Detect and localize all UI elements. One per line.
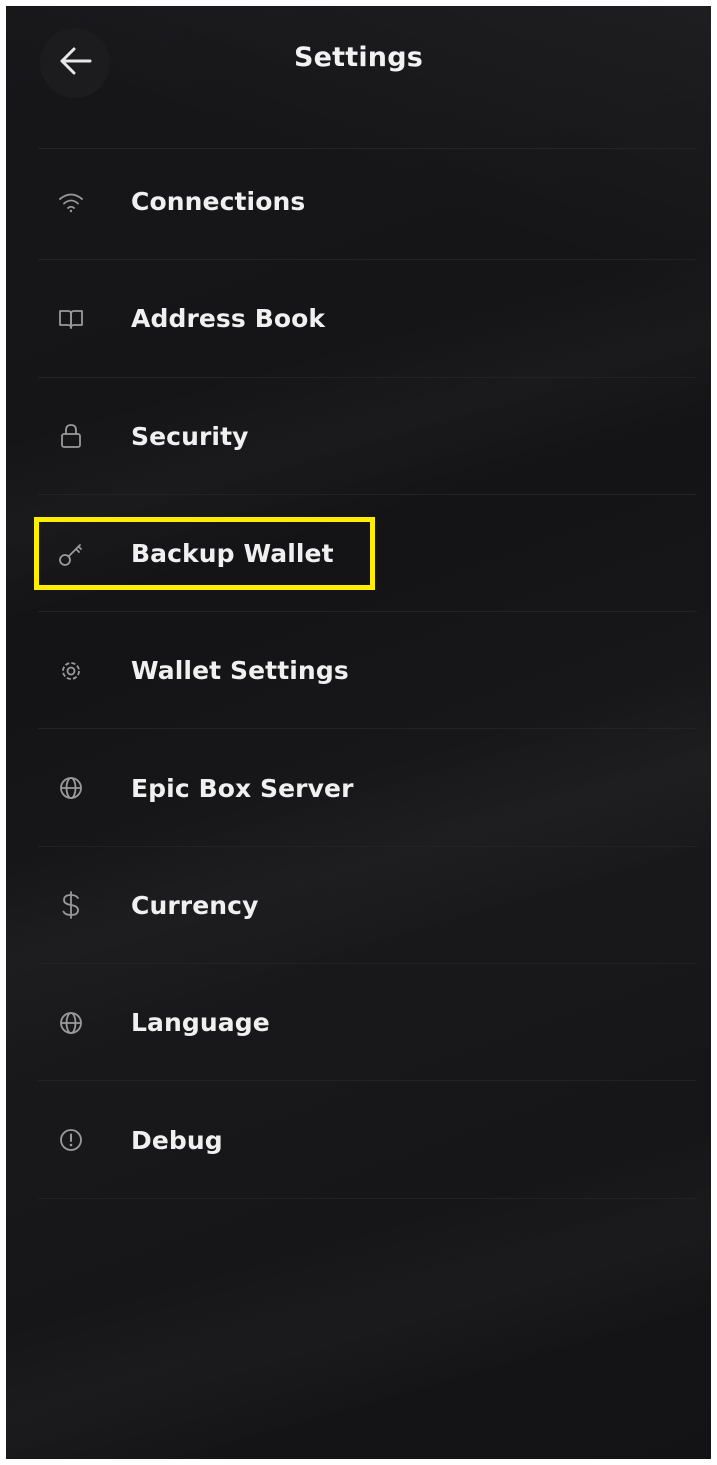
menu-item-label: Connections [131, 187, 306, 217]
alert-circle-icon [58, 1127, 84, 1153]
menu-item-security[interactable]: Security [6, 378, 711, 496]
menu-item-connections[interactable]: Connections [6, 143, 711, 261]
menu-item-label: Language [131, 1008, 270, 1038]
settings-menu: Connections Address Book Security Backup… [6, 143, 711, 1199]
menu-item-epic-box-server[interactable]: Epic Box Server [6, 729, 711, 848]
menu-item-label: Epic Box Server [131, 773, 354, 803]
menu-item-backup-wallet[interactable]: Backup Wallet [6, 495, 711, 613]
book-icon [58, 306, 84, 332]
menu-item-label: Currency [131, 890, 259, 920]
gear-icon [58, 658, 84, 684]
header: Settings [6, 6, 711, 116]
menu-item-label: Backup Wallet [131, 539, 334, 569]
menu-item-label: Wallet Settings [131, 656, 349, 686]
settings-screen: Settings Connections Address Book Securi… [6, 6, 711, 1459]
menu-item-address-book[interactable]: Address Book [6, 260, 711, 378]
menu-item-debug[interactable]: Debug [6, 1081, 711, 1199]
menu-item-language[interactable]: Language [6, 964, 711, 1082]
menu-item-currency[interactable]: Currency [6, 847, 711, 965]
wifi-icon [58, 189, 84, 215]
lock-icon [58, 423, 84, 449]
globe-icon [58, 1010, 84, 1036]
menu-item-label: Address Book [131, 304, 326, 334]
menu-item-label: Security [131, 421, 249, 451]
key-icon [58, 541, 84, 567]
dollar-icon [58, 891, 84, 920]
menu-item-label: Debug [131, 1125, 223, 1155]
page-title: Settings [293, 42, 424, 73]
menu-item-wallet-settings[interactable]: Wallet Settings [6, 612, 711, 730]
globe-icon [58, 775, 84, 801]
